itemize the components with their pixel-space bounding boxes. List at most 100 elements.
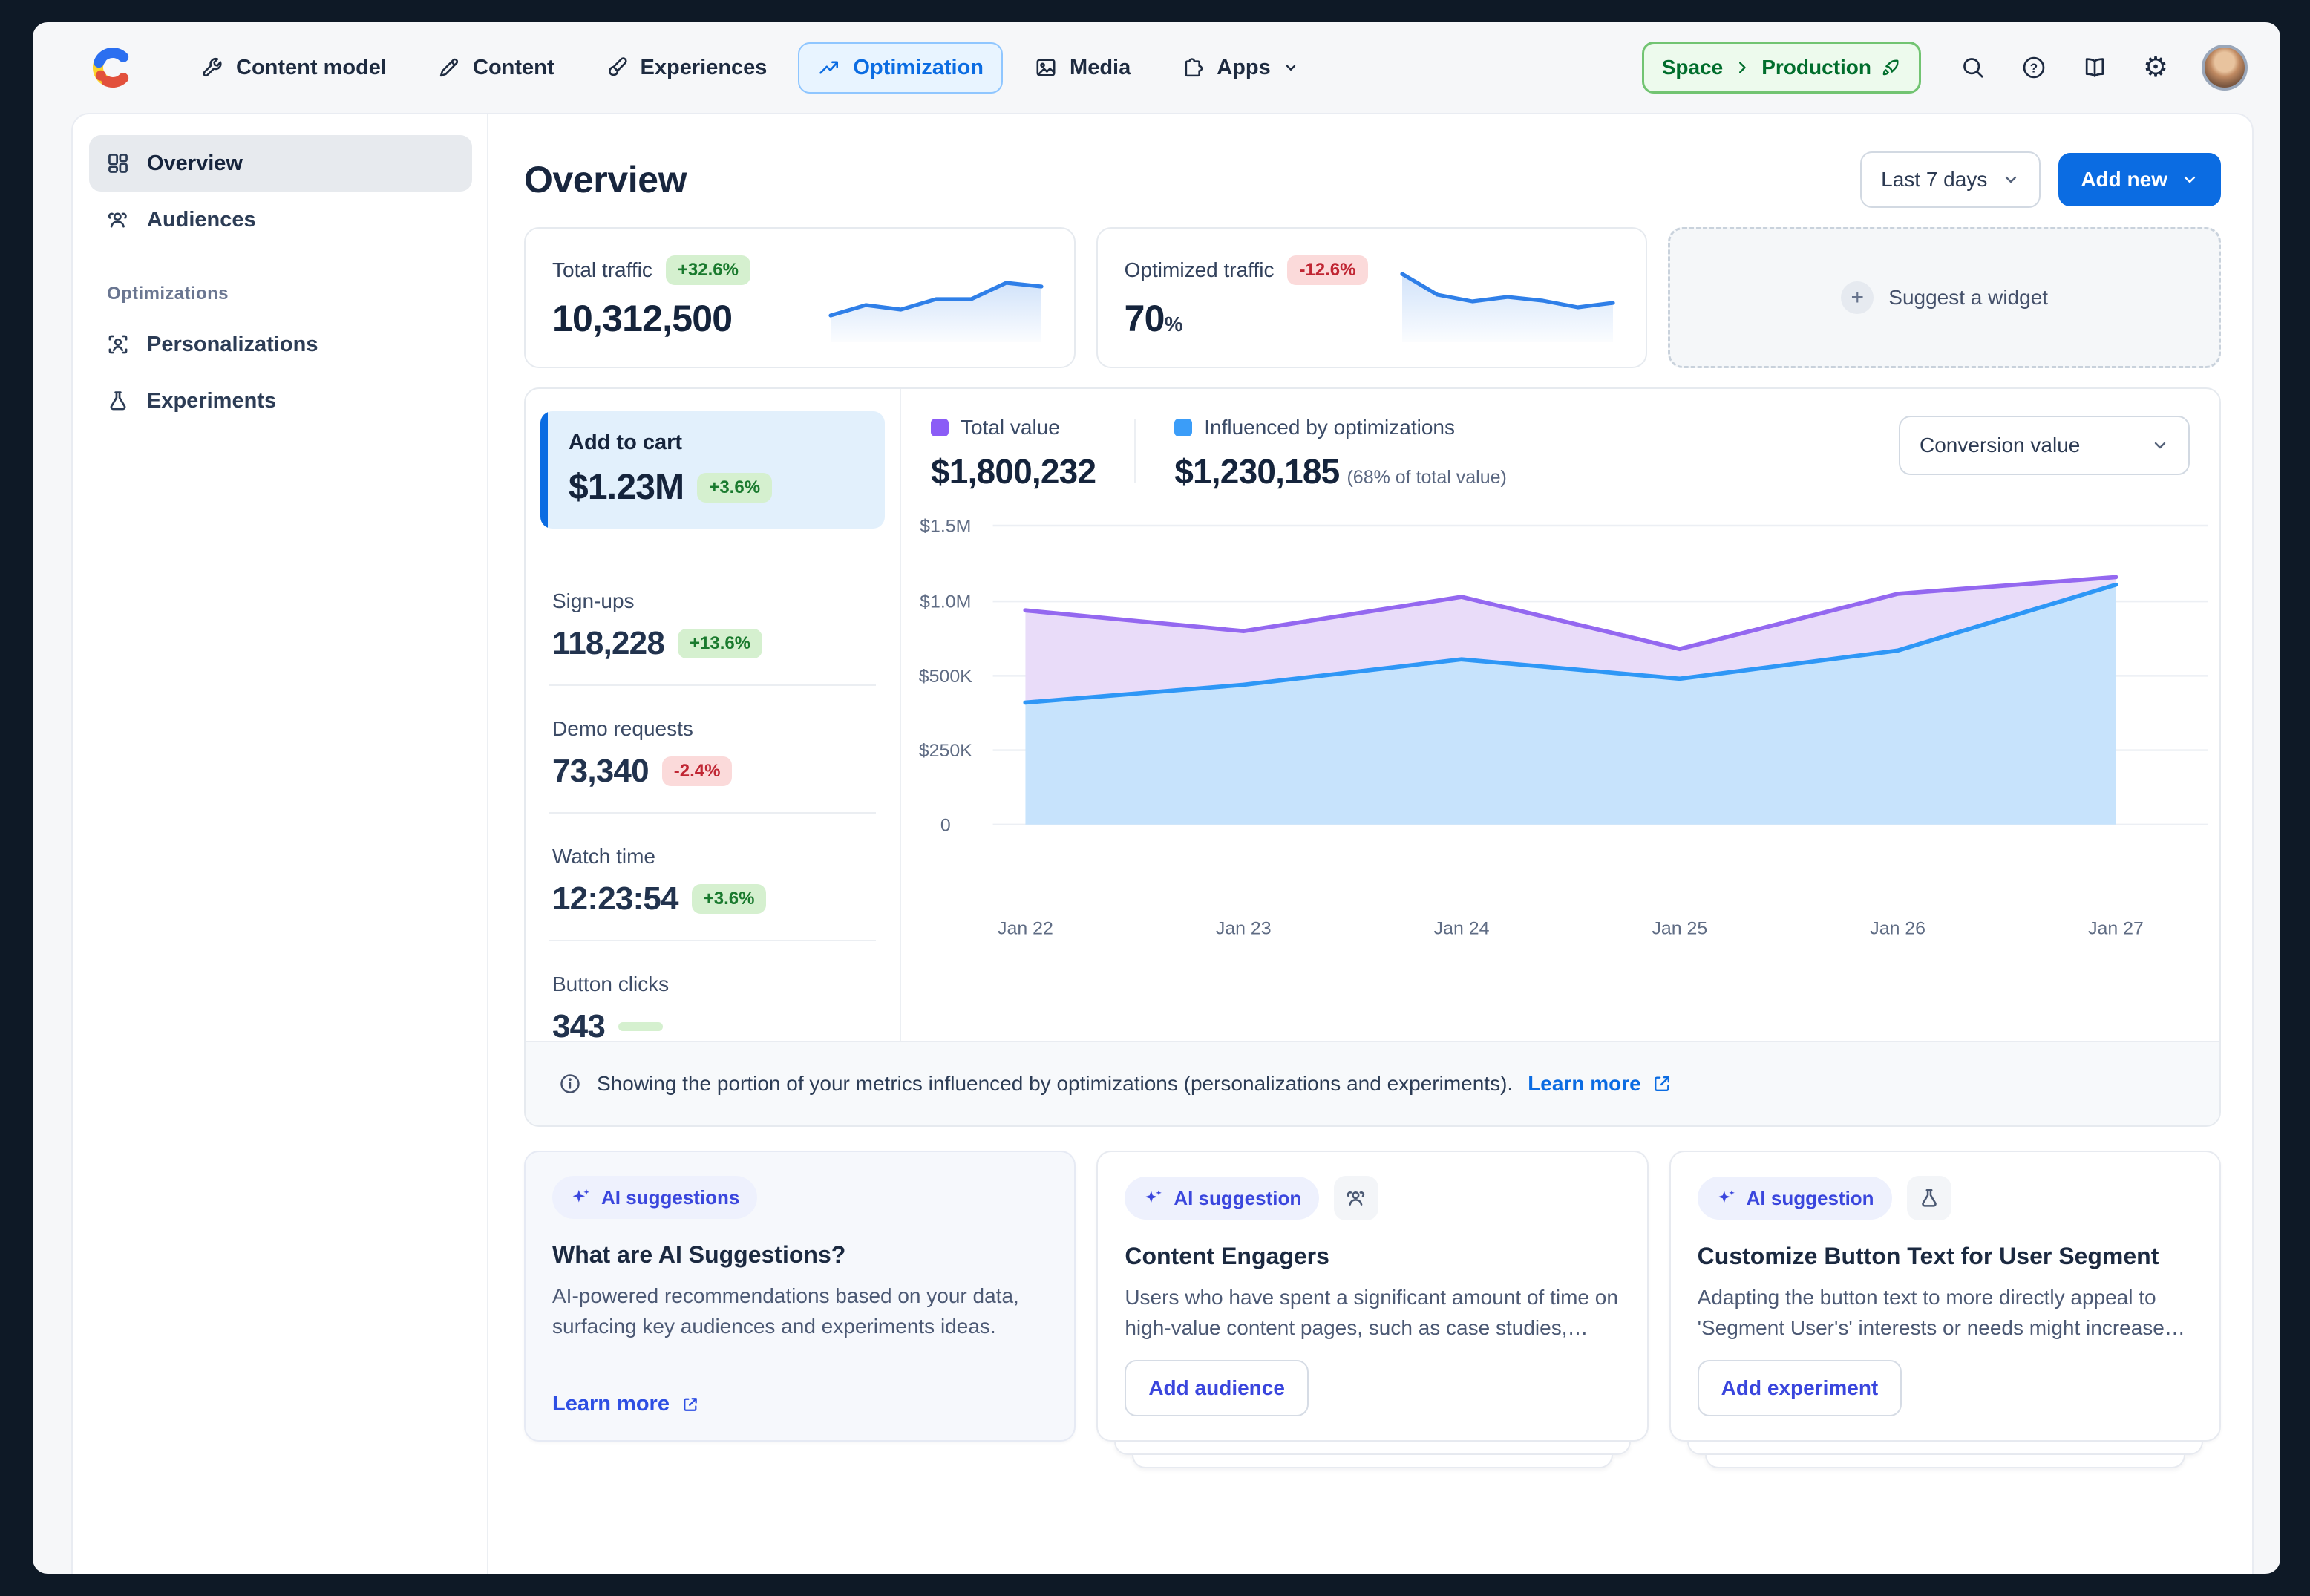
legend-influenced: Influenced by optimizations $1,230,185(6… [1174,416,1507,491]
metric-demo-requests[interactable]: Demo requests 73,340 -2.4% [549,684,876,812]
ai-suggestion-badge: AI suggestion [1125,1177,1319,1220]
svg-text:Jan 27: Jan 27 [2088,919,2144,938]
kpi-label: Total traffic [552,258,652,282]
nav-item-optimization[interactable]: Optimization [798,42,1003,94]
nav-item-content-model[interactable]: Content model [181,42,406,94]
ai-card-title: Customize Button Text for User Segment [1698,1243,2193,1270]
chevron-right-icon [1732,57,1753,78]
env-space-label: Space [1662,56,1724,79]
ai-card-title: Content Engagers [1125,1243,1620,1270]
book-icon [2081,54,2108,81]
add-experiment-button[interactable]: Add experiment [1698,1360,1902,1416]
sidebar-item-experiments[interactable]: Experiments [89,373,472,429]
chart-area: Total value $1,800,232 Influenced by opt… [901,389,2219,1041]
card-stack-layer [1114,1442,1630,1455]
metric-trend-badge: +3.6% [697,473,772,503]
ai-card-wrap: AI suggestions What are AI Suggestions? … [524,1151,1076,1468]
ai-experiment-card: AI suggestion Customize Button Text for … [1669,1151,2221,1442]
kpi-value: 70% [1125,297,1368,340]
svg-text:$500K: $500K [919,667,972,686]
sidebar-item-personalizations[interactable]: Personalizations [89,316,472,373]
card-stack-layer [1687,1442,2203,1455]
metric-value: 343 [552,1008,605,1041]
ai-card-body: Adapting the button text to more directl… [1698,1282,2193,1344]
kpi-optimized-traffic[interactable]: Optimized traffic -12.6% 70% [1096,227,1648,368]
help-button[interactable]: ? [2019,53,2049,82]
metric-trend-badge: -2.4% [662,756,733,786]
nav-item-media[interactable]: Media [1015,42,1150,94]
suggest-widget-card[interactable]: + Suggest a widget [1668,227,2221,368]
metric-sign-ups[interactable]: Sign-ups 118,228 +13.6% [549,558,876,684]
legend-label: Influenced by optimizations [1204,416,1455,439]
conversion-metric-value: Conversion value [1920,434,2080,457]
card-stack-layer [1132,1455,1612,1468]
svg-text:$1.5M: $1.5M [920,517,971,536]
sidebar-item-overview[interactable]: Overview [89,135,472,192]
kpi-trend-badge: -12.6% [1287,255,1367,285]
total-traffic-sparkline [825,250,1047,345]
metric-trend-badge: +13.6% [678,629,762,658]
env-name-label: Production [1761,56,1871,79]
contentful-logo[interactable] [89,44,137,91]
metric-label: Watch time [552,845,873,869]
sidebar: Overview Audiences Optimizations Persona… [73,114,488,1574]
info-icon [558,1072,582,1096]
rocket-icon [1880,57,1901,78]
page-title: Overview [524,158,687,201]
metric-value: 12:23:54 [552,880,678,918]
nav-item-experiences[interactable]: Experiences [586,42,787,94]
user-avatar[interactable] [2202,45,2248,91]
search-button[interactable] [1958,53,1988,82]
docs-button[interactable] [2080,53,2110,82]
trend-up-icon [817,56,841,79]
main-content: Overview Last 7 days Add new [488,114,2252,1574]
person-frame-icon [105,332,131,357]
metric-value: $1.23M [569,467,684,508]
kpi-total-traffic[interactable]: Total traffic +32.6% 10,312,500 [524,227,1076,368]
svg-text:0: 0 [940,816,951,835]
grid-icon [105,151,131,176]
content-panel: Overview Audiences Optimizations Persona… [71,113,2254,1574]
kpi-row: Total traffic +32.6% 10,312,500 Optimize… [524,227,2221,368]
top-nav: Content model Content Experiences Optimi… [33,22,2280,113]
plus-icon: + [1841,281,1874,314]
app-window: Content model Content Experiences Optimi… [33,22,2280,1574]
svg-text:$1.0M: $1.0M [920,592,971,612]
nav-item-apps[interactable]: Apps [1162,42,1318,94]
ai-learn-more-link[interactable]: Learn more [552,1392,701,1416]
metric-add-to-cart[interactable]: Add to cart $1.23M +3.6% [540,411,885,529]
settings-button[interactable]: ⚙︎ [2141,53,2170,82]
optimized-traffic-sparkline [1396,250,1619,345]
info-bar: Showing the portion of your metrics infl… [526,1041,2219,1125]
kpi-trend-badge: +32.6% [666,255,750,285]
nav-item-label: Optimization [853,56,984,80]
nav-item-label: Content [473,56,554,80]
metrics-list: Add to cart $1.23M +3.6% Sign-ups 118,22… [526,389,901,1041]
image-icon [1034,56,1058,79]
sidebar-item-label: Experiments [147,389,276,413]
metric-label: Button clicks [552,972,873,996]
metric-trend-badge: +3.6% [692,884,767,914]
external-link-icon [1650,1072,1674,1096]
sparkle-icon [570,1188,591,1207]
info-learn-more-link[interactable]: Learn more [1528,1072,1674,1096]
conversion-metric-select[interactable]: Conversion value [1899,416,2190,475]
metric-trend-badge [618,1022,663,1031]
svg-text:$250K: $250K [919,742,972,761]
ai-card-body: AI-powered recommendations based on your… [552,1281,1047,1342]
add-audience-button[interactable]: Add audience [1125,1360,1309,1416]
sidebar-item-audiences[interactable]: Audiences [89,192,472,248]
metric-button-clicks[interactable]: Button clicks 343 [549,940,876,1041]
flask-icon [1917,1186,1941,1210]
metric-watch-time[interactable]: Watch time 12:23:54 +3.6% [549,812,876,940]
date-range-select[interactable]: Last 7 days [1860,151,2041,208]
add-new-button[interactable]: Add new [2058,153,2221,206]
sidebar-item-label: Audiences [147,208,256,232]
environment-badge[interactable]: Space Production [1642,42,1921,94]
legend-total-value: Total value $1,800,232 [931,416,1096,491]
conversion-area-chart[interactable]: $1.5M$1.0M$500K$250K0Jan 22Jan 23Jan 24J… [901,500,2219,964]
ai-card-wrap: AI suggestion Content Engagers Users who… [1096,1151,1648,1468]
ai-card-title: What are AI Suggestions? [552,1241,1047,1269]
nav-item-content[interactable]: Content [418,42,574,94]
kpi-value-suffix: % [1165,313,1182,336]
